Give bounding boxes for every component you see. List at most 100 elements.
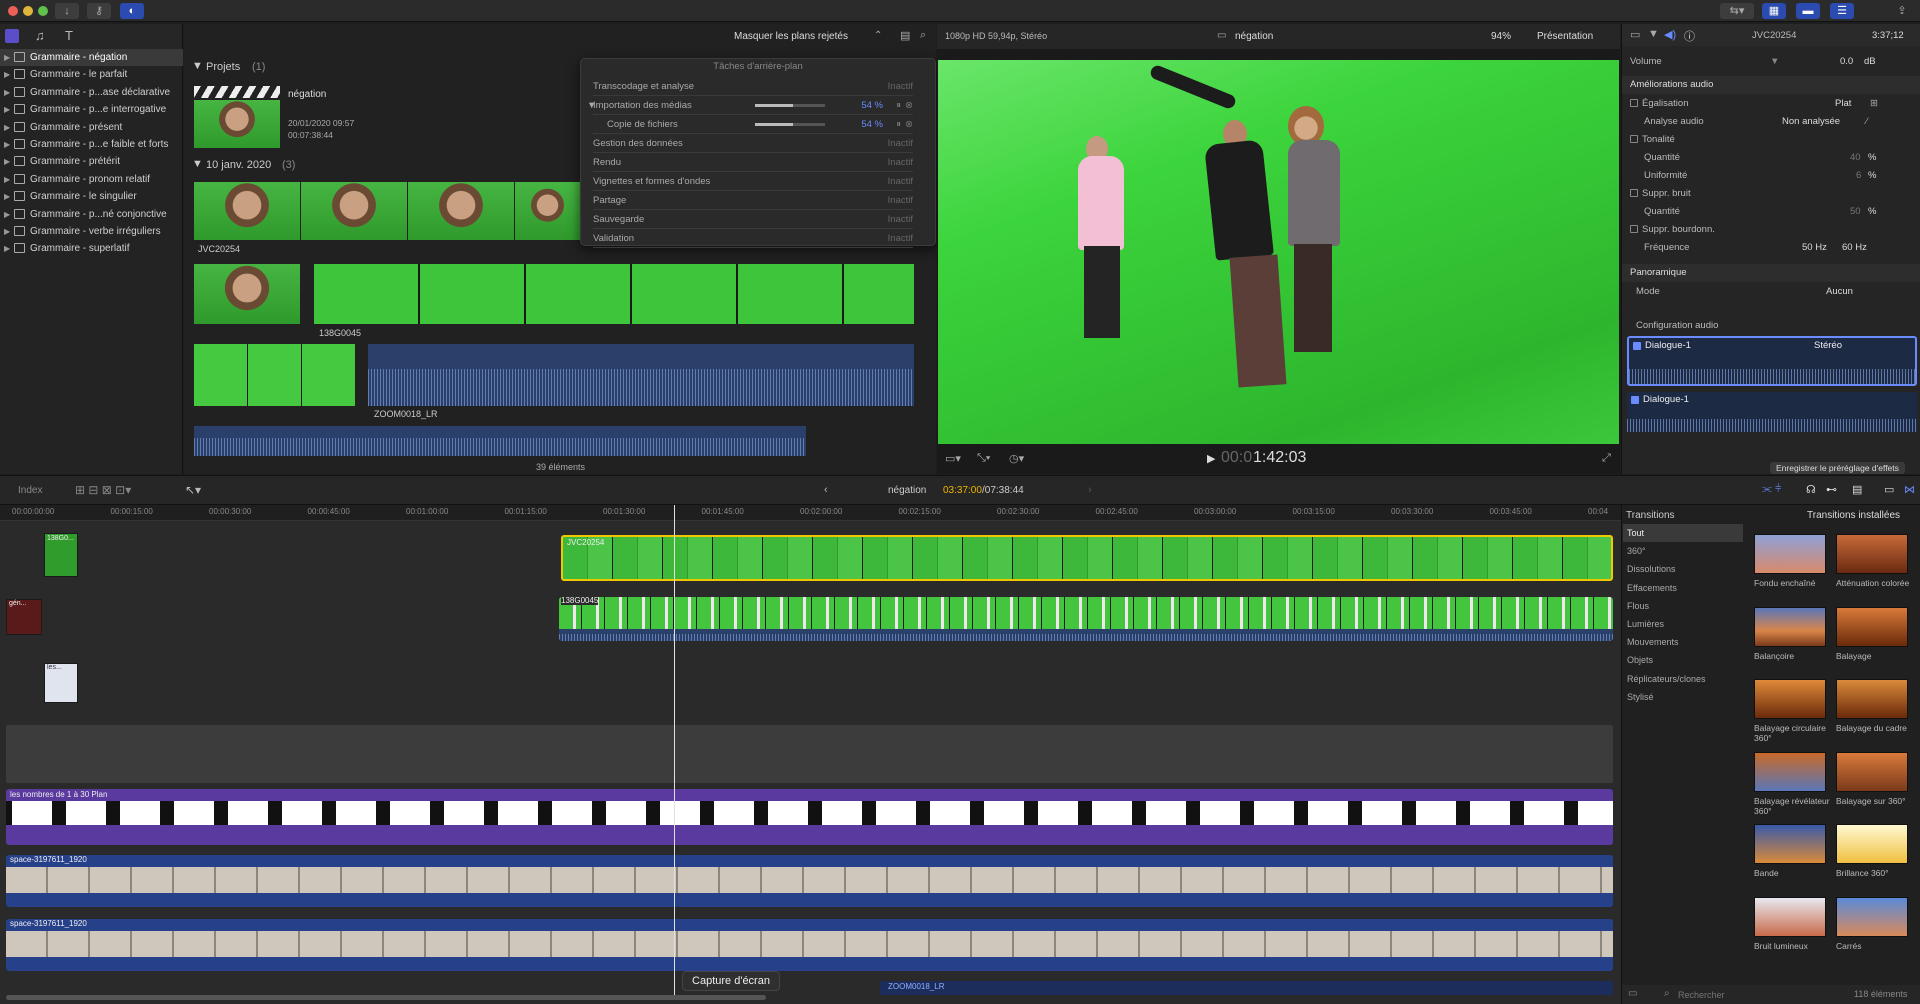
event-disclosure-icon[interactable]: ▼ bbox=[192, 158, 203, 170]
transition-thumbnail[interactable] bbox=[1754, 534, 1826, 574]
cancel-icon[interactable]: ⊗ bbox=[905, 115, 913, 134]
clip-audio-waveform[interactable] bbox=[194, 426, 806, 456]
dialogue-1-component[interactable]: Dialogue-1 Stéréo bbox=[1627, 336, 1917, 386]
background-tasks-window[interactable]: Tâches d'arrière-plan Transcodage et ana… bbox=[580, 58, 936, 248]
library-event-item[interactable]: ▶ Grammaire - p...e faible et forts bbox=[0, 136, 183, 153]
disclosure-icon[interactable]: ▶ bbox=[4, 136, 10, 153]
libraries-icon[interactable] bbox=[5, 29, 19, 43]
search-icon[interactable]: ⌕ bbox=[920, 29, 926, 42]
clip-jvc-timeline[interactable]: JVC20254 bbox=[561, 535, 1613, 581]
effects-browser-icon[interactable]: ▭ bbox=[1884, 483, 1894, 496]
dialogue-1-channel[interactable]: Dialogue-1 bbox=[1627, 392, 1917, 432]
library-event-item[interactable]: ▶ Grammaire - le singulier bbox=[0, 188, 183, 205]
connected-clip-generator[interactable]: gén... bbox=[6, 599, 42, 635]
transition-category[interactable]: Effacements bbox=[1623, 579, 1743, 597]
library-event-item[interactable]: ▶ Grammaire - négation bbox=[0, 49, 183, 66]
share-menu-icon[interactable]: ⇆▾ bbox=[1720, 3, 1754, 19]
library-event-item[interactable]: ▶ Grammaire - présent bbox=[0, 119, 183, 136]
zoom-window-button[interactable] bbox=[38, 6, 48, 16]
info-inspector-icon[interactable]: ⓘ bbox=[1684, 28, 1695, 44]
minimize-window-button[interactable] bbox=[23, 6, 33, 16]
project-thumbnail[interactable] bbox=[194, 100, 280, 148]
library-event-item[interactable]: ▶ Grammaire - pronom relatif bbox=[0, 171, 183, 188]
pause-icon[interactable]: ⏸ bbox=[896, 96, 901, 115]
disclosure-icon[interactable]: ▶ bbox=[4, 66, 10, 83]
audio-inspector-icon[interactable]: ◀) bbox=[1664, 28, 1676, 41]
transition-thumbnail[interactable] bbox=[1836, 679, 1908, 719]
clip-jvc-filmstrip[interactable] bbox=[194, 182, 580, 240]
transition-thumbnail[interactable] bbox=[1754, 679, 1826, 719]
disclosure-icon[interactable]: ▶ bbox=[4, 171, 10, 188]
filter-chevron-icon[interactable]: ⌃ bbox=[874, 30, 882, 41]
eq-value[interactable]: Plat bbox=[1835, 96, 1851, 112]
clip-appearance-icon[interactable]: ▤ bbox=[900, 29, 910, 42]
viewer-zoom[interactable]: 94% bbox=[1491, 31, 1511, 42]
pause-icon[interactable]: ⏸ bbox=[896, 115, 901, 134]
transition-thumbnail[interactable] bbox=[1836, 534, 1908, 574]
connect-clip-icon[interactable]: ⊞ ⊟ ⊠ ⊡▾ bbox=[75, 483, 131, 497]
dialogue-1-checkbox[interactable] bbox=[1633, 342, 1641, 350]
export-icon[interactable]: ⇪ bbox=[1890, 3, 1914, 19]
transform-icon[interactable]: ⤡▾ bbox=[977, 452, 990, 465]
disclosure-icon[interactable]: ▶ bbox=[4, 119, 10, 136]
clip-138g-timeline[interactable]: 138G0045 bbox=[559, 597, 1613, 641]
cancel-icon[interactable]: ⊗ bbox=[905, 96, 913, 115]
close-window-button[interactable] bbox=[8, 6, 18, 16]
transition-thumbnail[interactable] bbox=[1754, 606, 1826, 647]
browser-layout-icon[interactable]: ▦ bbox=[1762, 3, 1786, 19]
clip-zoom-timeline[interactable]: ZOOM0018_LR bbox=[880, 981, 1613, 995]
playhead[interactable] bbox=[674, 505, 675, 995]
tone-checkbox[interactable] bbox=[1630, 135, 1638, 143]
volume-slider-icon[interactable]: ▼ bbox=[1770, 54, 1779, 70]
transition-thumbnail[interactable] bbox=[1836, 896, 1908, 937]
play-icon[interactable]: ▶ bbox=[1207, 452, 1215, 465]
clip-green-stage-filmstrip[interactable] bbox=[194, 344, 355, 406]
transition-category[interactable]: Objets bbox=[1623, 651, 1743, 669]
primary-storyline-gap[interactable] bbox=[6, 725, 1613, 783]
color-inspector-icon[interactable]: ▼ bbox=[1648, 28, 1659, 40]
stereo-popup[interactable]: Stéréo bbox=[1814, 340, 1842, 351]
connected-clip-title[interactable]: les... bbox=[44, 663, 78, 703]
disclosure-icon[interactable]: ▶ bbox=[4, 153, 10, 170]
library-event-item[interactable]: ▶ Grammaire - verbe irréguliers bbox=[0, 223, 183, 240]
clip-numbers-title[interactable]: les nombres de 1 à 30 Plan bbox=[6, 789, 1613, 845]
mode-popup[interactable]: Aucun bbox=[1826, 284, 1853, 300]
library-event-item[interactable]: ▶ Grammaire - p...e interrogative bbox=[0, 101, 183, 118]
volume-value[interactable]: 0.0 bbox=[1840, 54, 1853, 70]
back-icon[interactable]: ‹ bbox=[824, 484, 828, 496]
titles-generators-icon[interactable]: T bbox=[65, 28, 73, 43]
library-event-item[interactable]: ▶ Grammaire - p...né conjonctive bbox=[0, 206, 183, 223]
library-event-item[interactable]: ▶ Grammaire - p...ase déclarative bbox=[0, 84, 183, 101]
clip-space-1[interactable]: space-3197611_1920 bbox=[6, 855, 1613, 907]
disclosure-icon[interactable]: ▶ bbox=[4, 84, 10, 101]
eq-settings-icon[interactable]: ⊞ bbox=[1870, 96, 1878, 112]
transition-category[interactable]: Flous bbox=[1623, 597, 1743, 615]
speed-icon[interactable]: ◷▾ bbox=[1009, 452, 1024, 465]
sidebar-toggle-icon[interactable]: ▭ bbox=[1628, 988, 1637, 999]
timeline-layout-icon[interactable]: ▬ bbox=[1796, 3, 1820, 19]
fullscreen-icon[interactable]: ⤢ bbox=[1602, 452, 1611, 465]
library-event-item[interactable]: ▶ Grammaire - superlatif bbox=[0, 240, 183, 257]
dialogue-1b-checkbox[interactable] bbox=[1631, 396, 1639, 404]
transition-category[interactable]: Réplicateurs/clones bbox=[1623, 670, 1743, 688]
disclosure-icon[interactable]: ▶ bbox=[4, 49, 10, 66]
import-icon[interactable]: ↓ bbox=[55, 3, 79, 19]
headphones-icon[interactable]: ☊ bbox=[1806, 483, 1816, 496]
snapping-icon[interactable]: ⊷ bbox=[1826, 483, 1837, 496]
transition-category[interactable]: Tout bbox=[1623, 524, 1743, 542]
disclosure-icon[interactable]: ▶ bbox=[4, 188, 10, 205]
transition-thumbnail[interactable] bbox=[1754, 751, 1826, 792]
video-frame[interactable] bbox=[938, 60, 1619, 444]
connected-clip-138g[interactable]: 138G0... bbox=[44, 533, 78, 577]
installed-transitions-menu[interactable]: Transitions installées bbox=[1807, 510, 1900, 521]
forward-icon[interactable]: › bbox=[1088, 484, 1092, 496]
transition-category[interactable]: Stylisé bbox=[1623, 688, 1743, 706]
viewer-presentation-menu[interactable]: Présentation bbox=[1537, 31, 1593, 42]
clip-space-2[interactable]: space-3197611_1920 bbox=[6, 919, 1613, 971]
transitions-browser-icon[interactable]: ⋈ bbox=[1904, 483, 1915, 496]
transition-thumbnail[interactable] bbox=[1836, 606, 1908, 647]
viewer-timecode[interactable]: 1:42:03 bbox=[1253, 449, 1306, 467]
select-tool-icon[interactable]: ↖▾ bbox=[185, 483, 201, 497]
disclosure-icon[interactable]: ▶ bbox=[4, 206, 10, 223]
freq-50hz-radio[interactable]: 50 Hz bbox=[1802, 240, 1827, 256]
